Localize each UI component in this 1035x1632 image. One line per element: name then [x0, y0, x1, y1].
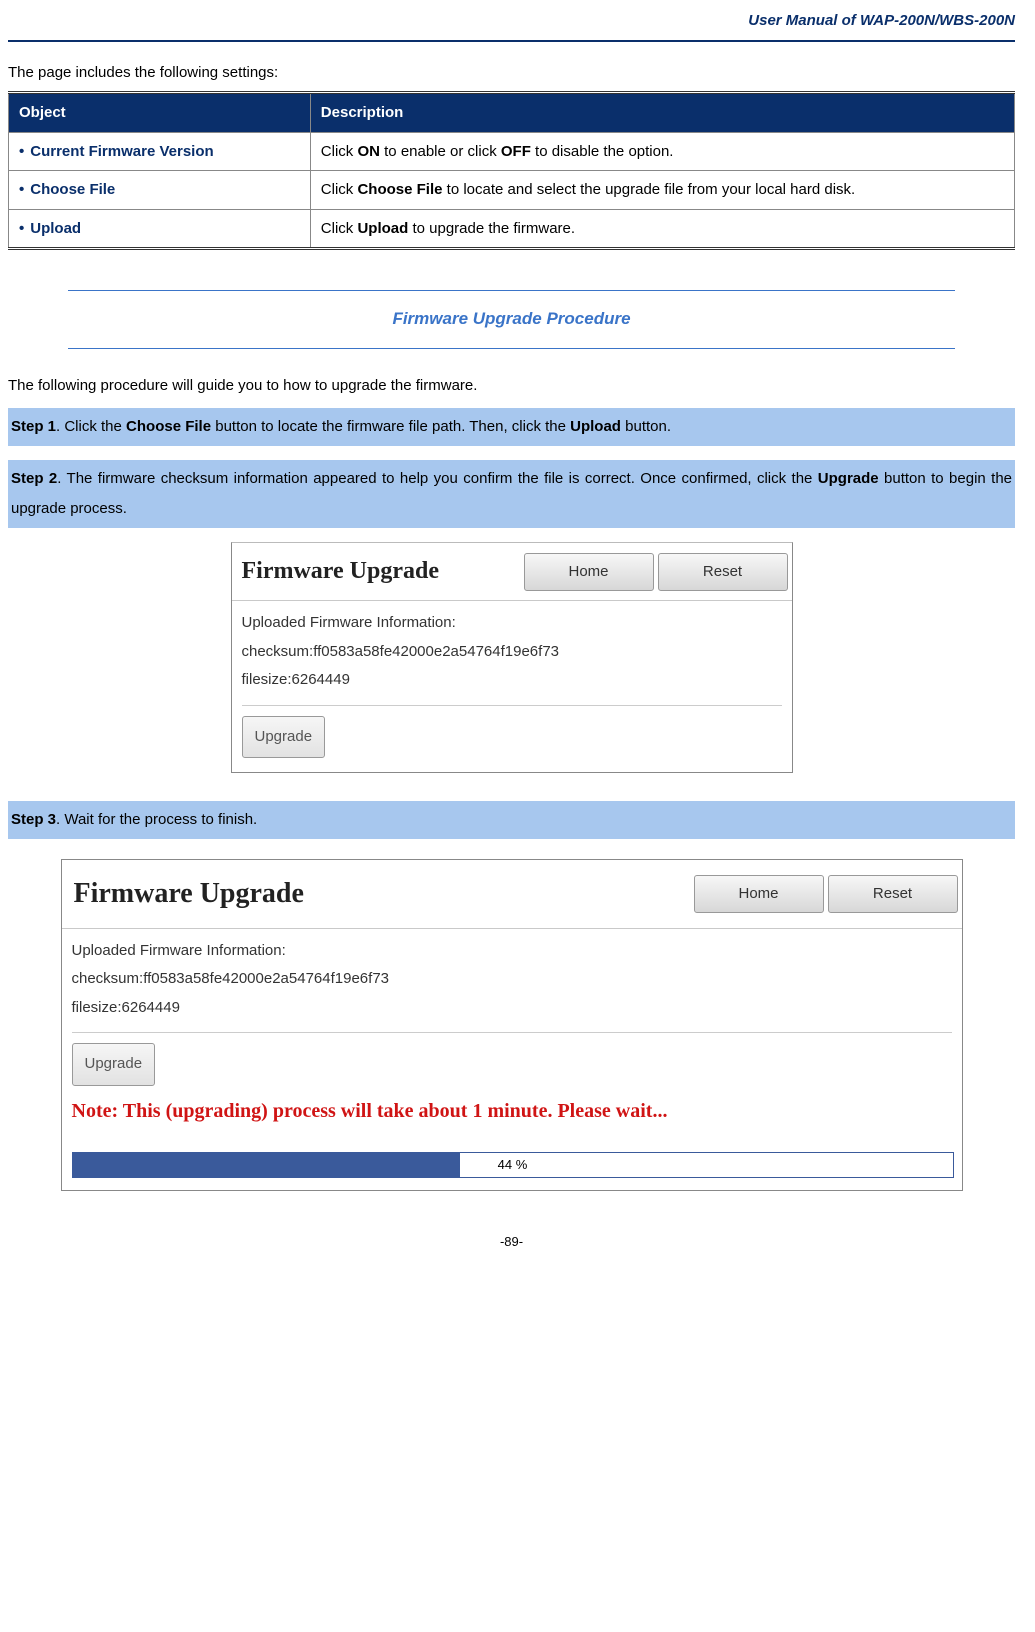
progress-bar: 44 %: [72, 1152, 954, 1178]
object-label: Upload: [30, 220, 81, 237]
page-header: User Manual of WAP-200N/WBS-200N: [8, 8, 1015, 42]
table-row: •Upload Click Upload to upgrade the firm…: [9, 209, 1015, 249]
screenshot-firmware-progress: Firmware Upgrade Home Reset Uploaded Fir…: [61, 859, 963, 1191]
divider: [242, 705, 782, 706]
divider: [68, 348, 955, 349]
upgrade-note: Note: This (upgrading) process will take…: [72, 1092, 952, 1130]
reset-button[interactable]: Reset: [658, 553, 788, 591]
progress-fill: [73, 1153, 460, 1177]
filesize-value: filesize:6264449: [72, 994, 952, 1023]
step-1: Step 1. Click the Choose File button to …: [8, 408, 1015, 446]
screenshot-firmware-info: Firmware Upgrade Home Reset Uploaded Fir…: [231, 542, 793, 773]
step-2: Step 2. The firmware checksum informatio…: [8, 460, 1015, 528]
upgrade-button[interactable]: Upgrade: [72, 1043, 156, 1086]
col-object: Object: [9, 93, 311, 133]
divider: [72, 1032, 952, 1033]
upgrade-button[interactable]: Upgrade: [242, 716, 326, 759]
intro-text: The page includes the following settings…: [8, 60, 1015, 86]
divider: [68, 290, 955, 291]
table-row: •Choose File Click Choose File to locate…: [9, 171, 1015, 210]
checksum-value: checksum:ff0583a58fe42000e2a54764f19e6f7…: [72, 965, 952, 994]
step-3: Step 3. Wait for the process to finish.: [8, 801, 1015, 839]
table-row: •Current Firmware Version Click ON to en…: [9, 132, 1015, 171]
home-button[interactable]: Home: [524, 553, 654, 591]
home-button[interactable]: Home: [694, 875, 824, 913]
filesize-value: filesize:6264449: [242, 666, 782, 695]
col-description: Description: [310, 93, 1014, 133]
settings-table: Object Description •Current Firmware Ver…: [8, 91, 1015, 250]
object-label: Choose File: [30, 181, 115, 198]
checksum-value: checksum:ff0583a58fe42000e2a54764f19e6f7…: [242, 638, 782, 667]
procedure-intro: The following procedure will guide you t…: [8, 373, 1015, 399]
reset-button[interactable]: Reset: [828, 875, 958, 913]
progress-label: 44 %: [498, 1154, 528, 1176]
firmware-upgrade-title: Firmware Upgrade: [232, 543, 524, 600]
firmware-upgrade-title: Firmware Upgrade: [62, 860, 694, 928]
page-number: -89-: [8, 1231, 1015, 1253]
object-label: Current Firmware Version: [30, 143, 213, 160]
uploaded-info-title: Uploaded Firmware Information:: [72, 937, 952, 966]
uploaded-info-title: Uploaded Firmware Information:: [242, 609, 782, 638]
section-heading: Firmware Upgrade Procedure: [68, 305, 955, 334]
